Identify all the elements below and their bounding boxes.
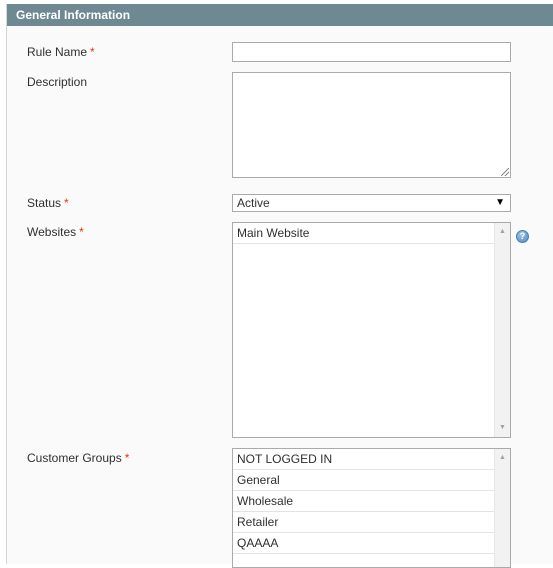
websites-label: Websites *	[27, 225, 84, 239]
required-mark: *	[79, 225, 84, 239]
websites-multiselect[interactable]: Main Website ▲ ▼	[232, 222, 511, 438]
customer-groups-multiselect[interactable]: NOT LOGGED IN General Wholesale Retailer…	[232, 448, 511, 568]
customer-group-option[interactable]: Retailer	[233, 512, 494, 533]
customer-groups-scrollbar[interactable]: ▲	[494, 449, 510, 567]
status-selected-value: Active	[237, 196, 270, 210]
description-label: Description	[27, 75, 88, 89]
general-information-panel: General Information Rule Name * Descripti…	[6, 4, 553, 568]
chevron-down-icon: ▼	[495, 197, 505, 208]
status-select[interactable]: Active ▼	[232, 194, 511, 212]
customer-group-option[interactable]: QAAAA	[233, 533, 494, 554]
required-mark: *	[124, 451, 130, 465]
rule-name-label-text: Rule Name	[27, 45, 88, 59]
websites-label-text: Websites	[27, 225, 77, 239]
scroll-down-arrow-icon[interactable]: ▼	[495, 421, 510, 435]
status-label: Status *	[27, 196, 69, 210]
rule-name-label: Rule Name *	[27, 45, 95, 59]
question-mark-icon[interactable]: ?	[516, 230, 529, 243]
customer-group-option[interactable]: NOT LOGGED IN	[233, 449, 494, 470]
rule-name-input[interactable]	[232, 42, 511, 62]
websites-scrollbar[interactable]: ▲ ▼	[494, 223, 510, 437]
resize-grip-icon[interactable]	[501, 168, 509, 176]
required-mark: *	[90, 45, 95, 59]
customer-groups-label: Customer Groups *	[27, 451, 129, 465]
customer-group-option[interactable]: Wholesale	[233, 491, 494, 512]
description-textarea[interactable]	[232, 72, 511, 178]
scroll-up-arrow-icon[interactable]: ▲	[495, 451, 510, 465]
required-mark: *	[64, 196, 69, 210]
customer-groups-label-text: Customer Groups	[27, 451, 122, 465]
panel-title: General Information	[7, 4, 553, 26]
scroll-up-arrow-icon[interactable]: ▲	[495, 225, 510, 239]
website-option-main-website[interactable]: Main Website	[233, 223, 494, 244]
customer-group-option[interactable]: General	[233, 470, 494, 491]
status-label-text: Status	[27, 196, 62, 210]
